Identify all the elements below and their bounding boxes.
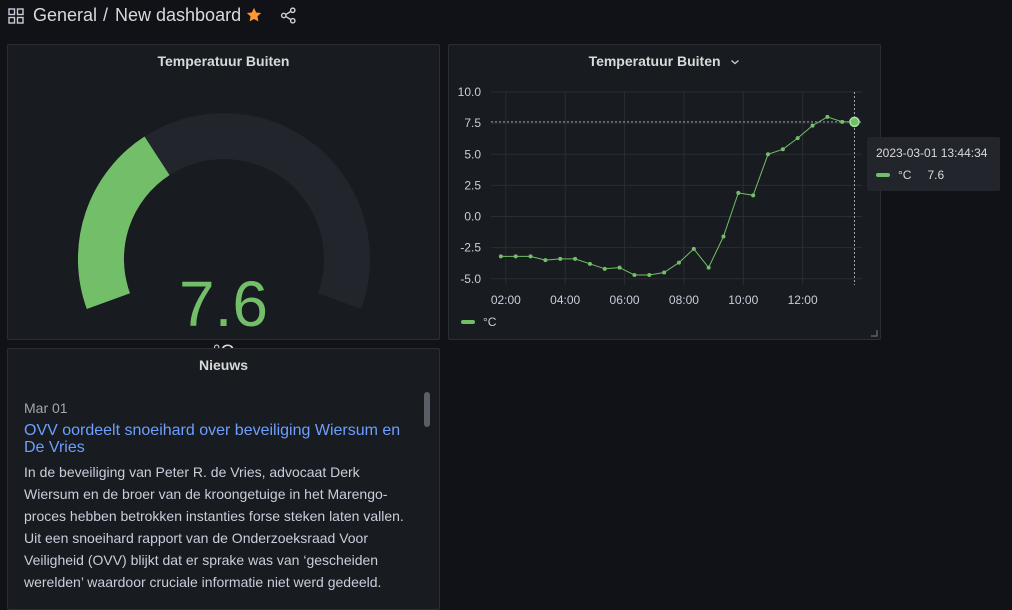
data-point — [751, 193, 756, 198]
chart-panel: Temperatuur Buiten 10.0 7.5 5.0 2.5 0.0 -2.5-… — [448, 44, 881, 340]
x-tick-label: 08:00 — [669, 293, 699, 307]
data-point — [587, 261, 592, 266]
x-tick-label: 02:00 — [491, 293, 521, 307]
breadcrumb-separator: / — [103, 5, 109, 25]
y-tick-label: -5.0 — [460, 272, 481, 286]
data-point — [498, 254, 503, 259]
news-body: In de beveiliging van Peter R. de Vries,… — [24, 464, 404, 590]
x-tick-label: 04:00 — [550, 293, 580, 307]
y-tick-label: 10.0 — [458, 85, 482, 99]
data-point — [676, 260, 681, 265]
data-point — [617, 265, 622, 270]
tooltip-time: 2023-03-01 13:44:34 — [876, 146, 988, 160]
gauge-panel: Temperatuur Buiten 7.6 °C — [7, 44, 440, 363]
y-tick-label: 0.0 — [464, 210, 481, 224]
data-point — [810, 123, 815, 128]
data-point — [602, 266, 607, 271]
series-line — [500, 116, 855, 276]
data-point — [573, 256, 578, 261]
news-date: Mar 01 — [24, 400, 68, 416]
y-tick-label: 5.0 — [464, 147, 481, 161]
x-tick-label: 10:00 — [728, 293, 758, 307]
breadcrumb-folder[interactable]: General — [33, 5, 97, 26]
tooltip-value: 7.6 — [927, 168, 945, 182]
news-scrollbar[interactable] — [424, 392, 430, 427]
y-tick-label: 2.5 — [464, 178, 481, 192]
breadcrumb-dashboard[interactable]: New dashboard — [115, 5, 241, 26]
chart-legend[interactable]: °C — [461, 315, 496, 329]
chart-tooltip: 2023-03-01 13:44:34 °C 7.6 — [867, 137, 1000, 191]
news-title-link[interactable]: OVV oordeelt snoeihard over beveiliging … — [24, 422, 409, 456]
legend-swatch — [461, 320, 475, 324]
x-tick-label: 06:00 — [610, 293, 640, 307]
news-panel: Nieuws Mar 01 OVV oordeelt snoeihard ove… — [7, 348, 440, 610]
data-point — [825, 114, 830, 119]
data-point — [795, 136, 800, 141]
line-chart[interactable]: 10.0 7.5 5.0 2.5 0.0 -2.5 -5.0 02:00 04:00 06:00… — [449, 45, 882, 341]
tooltip-swatch — [876, 173, 890, 177]
data-point — [662, 270, 667, 275]
data-point — [706, 265, 711, 270]
data-point — [543, 258, 548, 263]
data-point — [721, 234, 726, 239]
y-tick-label: -2.5 — [460, 241, 481, 255]
data-point — [558, 256, 563, 261]
grid-icon[interactable] — [8, 8, 24, 24]
data-point — [528, 254, 533, 259]
share-icon[interactable] — [280, 7, 297, 24]
news-panel-title: Nieuws — [198, 357, 248, 373]
x-tick-label: 12:00 — [788, 293, 818, 307]
data-point — [840, 119, 845, 124]
data-point — [691, 246, 696, 251]
y-tick-label: 7.5 — [464, 116, 481, 130]
data-point — [647, 273, 652, 278]
legend-label[interactable]: °C — [483, 315, 496, 329]
data-point — [632, 273, 637, 278]
hover-point — [849, 116, 860, 128]
data-point — [780, 147, 785, 152]
data-point — [736, 190, 741, 195]
top-bar: General / New dashboard — [0, 0, 1012, 34]
data-point — [513, 254, 518, 259]
data-point — [766, 152, 771, 157]
resize-handle-icon[interactable] — [871, 330, 878, 337]
star-icon[interactable] — [245, 6, 263, 24]
gauge-value: 7.6 — [179, 268, 268, 340]
tooltip-series: °C — [898, 168, 912, 182]
